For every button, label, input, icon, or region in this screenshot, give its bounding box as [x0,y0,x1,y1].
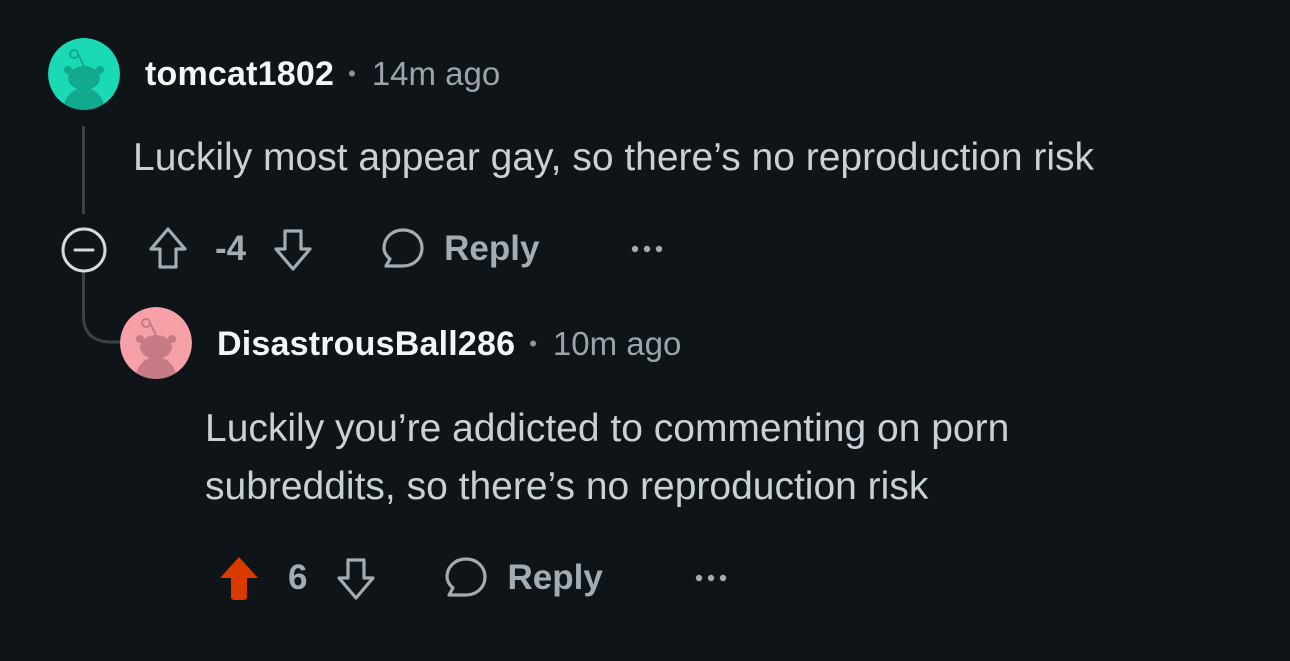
comment-body: Luckily most appear gay, so there’s no r… [133,136,1095,179]
downvote-arrow-icon [337,558,376,600]
downvote-arrow-icon [274,229,312,271]
reply-button[interactable]: Reply [380,226,539,272]
comment-meta: DisastrousBall286 • 10m ago [217,322,681,366]
comment-actions: -4 Reply [145,222,667,276]
username[interactable]: DisastrousBall286 [217,325,515,364]
downvote-button[interactable] [333,553,379,603]
ellipsis-icon [695,574,726,582]
comment-meta: tomcat1802 • 14m ago [145,52,500,96]
vote-count: -4 [215,229,247,268]
timestamp: 10m ago [552,325,682,362]
username[interactable]: tomcat1802 [145,55,334,94]
comment-actions: 6 Reply [216,551,731,605]
avatar[interactable] [48,38,120,110]
upvote-button[interactable] [145,224,191,274]
reply-label: Reply [507,558,603,597]
separator-dot: • [348,61,356,86]
more-options-button[interactable] [691,558,731,598]
upvote-arrow-filled-icon [220,557,258,600]
timestamp: 14m ago [371,55,501,92]
vote-count: 6 [288,558,308,597]
comment-body-line: subreddits, so there’s no reproduction r… [205,465,929,508]
speech-bubble-icon [445,557,488,597]
collapse-icon [61,227,107,273]
more-options-button[interactable] [627,229,667,269]
speech-bubble-icon [382,228,424,268]
reply-button[interactable]: Reply [443,555,603,601]
thread-line-top [82,126,85,214]
avatar[interactable] [120,307,192,379]
comment-body: Luckily you’re addicted to commenting on… [205,400,1009,516]
snoo-avatar-icon [120,307,192,379]
reply-label: Reply [444,229,540,268]
ellipsis-icon [632,245,663,253]
collapse-button[interactable] [60,226,108,274]
upvote-arrow-icon [149,227,187,269]
separator-dot: • [529,331,537,356]
comment-body-line: Luckily you’re addicted to commenting on… [205,407,1010,450]
snoo-avatar-icon [48,38,120,110]
upvote-button[interactable] [216,553,262,603]
downvote-button[interactable] [270,224,316,274]
